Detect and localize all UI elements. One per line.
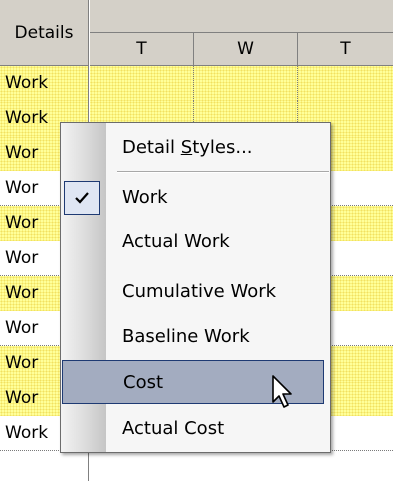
details-row-label: Work bbox=[0, 66, 89, 101]
menu-item-label: Baseline Work bbox=[122, 326, 250, 347]
details-context-menu: Detail Styles... Work Actual Work Cumula… bbox=[60, 122, 331, 453]
cell-divider bbox=[193, 66, 194, 101]
details-row[interactable]: Work bbox=[0, 66, 393, 101]
timescale-day-header: T bbox=[90, 33, 194, 66]
menu-item-label: Actual Cost bbox=[122, 418, 225, 439]
cell-divider bbox=[297, 66, 298, 101]
menu-item-cumulative-work[interactable]: Cumulative Work bbox=[61, 270, 330, 314]
mnemonic-letter: S bbox=[180, 137, 193, 158]
menu-item-label: Actual Work bbox=[122, 231, 230, 252]
timescale-day-header: W bbox=[194, 33, 298, 66]
day-header-label: W bbox=[237, 39, 254, 59]
menu-item-detail-styles[interactable]: Detail Styles... bbox=[61, 126, 330, 170]
menu-item-work[interactable]: Work bbox=[61, 176, 330, 220]
menu-item-label: Detail Styles... bbox=[122, 126, 253, 170]
menu-item-label: Work bbox=[122, 187, 168, 208]
details-column-header[interactable]: Details bbox=[0, 0, 89, 66]
label-part: tyles... bbox=[192, 137, 253, 158]
menu-item-label: Cumulative Work bbox=[122, 281, 277, 302]
details-row-partial bbox=[0, 451, 393, 481]
details-header-label: Details bbox=[14, 22, 74, 43]
timescale-top-tier bbox=[90, 0, 393, 33]
menu-item-actual-work[interactable]: Actual Work bbox=[61, 220, 330, 264]
menu-item-label: Cost bbox=[123, 372, 164, 393]
day-header-label: T bbox=[340, 39, 351, 59]
details-row-label-partial bbox=[0, 451, 89, 481]
menu-item-baseline-work[interactable]: Baseline Work bbox=[61, 315, 330, 359]
menu-item-cost[interactable]: Cost bbox=[62, 360, 324, 404]
menu-item-actual-cost[interactable]: Actual Cost bbox=[61, 407, 330, 451]
label-part: Detail bbox=[122, 137, 181, 158]
timescale-day-header: T bbox=[298, 33, 393, 66]
day-header-label: T bbox=[136, 39, 147, 59]
timephased-grid-window: Details T W T Work Work Wor Wor Wor Wor … bbox=[0, 0, 393, 481]
checkmark-icon bbox=[64, 181, 100, 215]
menu-separator bbox=[117, 171, 329, 173]
timephased-cells[interactable] bbox=[90, 66, 393, 101]
